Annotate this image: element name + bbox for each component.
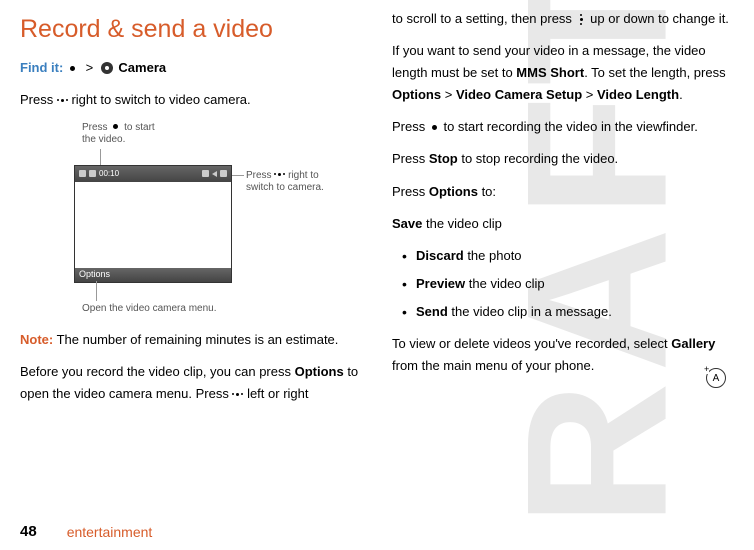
text-fragment: to start recording the video in the view… [440,119,698,134]
text-fragment: right to switch to video camera. [68,92,251,107]
viewfinder-bottombar: Options [75,268,231,282]
gallery-text: To view or delete videos you've recorded… [392,333,734,377]
start-recording-text: Press to start recording the video in th… [392,116,734,138]
section-name: entertainment [67,524,153,540]
stop-label: Stop [429,151,458,166]
list-item: Preview the video clip [416,273,734,295]
text-fragment: Press [246,170,274,181]
find-it-line: Find it: > Camera [20,57,362,79]
note-label: Note: [20,332,53,347]
text-fragment: the video clip [422,216,502,231]
text-fragment: Press [20,92,57,107]
camera-icon [101,62,113,74]
text-fragment: Press [82,122,110,133]
nav-lr-icon [232,389,243,400]
text-fragment: > [441,87,456,102]
nav-ud-icon [576,14,587,25]
page-footer: 48 entertainment [20,523,152,540]
video-camera-setup-label: Video Camera Setup [456,87,582,102]
left-column: Record & send a video Find it: > Camera … [20,8,362,512]
page-title: Record & send a video [20,8,362,51]
mms-short-label: MMS Short [516,65,584,80]
preview-label: Preview [416,276,465,291]
page-columns: Record & send a video Find it: > Camera … [0,0,754,512]
options-label: Options [429,184,478,199]
text-fragment: To view or delete videos you've recorded… [392,336,671,351]
scroll-setting-text: to scroll to a setting, then press up or… [392,8,734,30]
accessibility-icon: A [706,368,726,388]
text-fragment: Press [392,184,429,199]
gallery-label: Gallery [671,336,715,351]
text-fragment: up or down to change it. [587,11,729,26]
text-fragment: . [679,87,683,102]
text-fragment: > [582,87,597,102]
video-length-label: Video Length [597,87,679,102]
arrow-left-icon [212,171,217,177]
callout-line [96,281,97,301]
page-number: 48 [20,523,37,540]
callout-open-menu: Open the video camera menu. [82,303,242,316]
text-fragment: from the main menu of your phone. [392,358,594,373]
discard-label: Discard [416,248,464,263]
text-fragment: to: [478,184,496,199]
options-bullet-list: Discard the photo Preview the video clip… [416,245,734,323]
send-label: Send [416,304,448,319]
text-fragment: to scroll to a setting, then press [392,11,576,26]
list-item: Send the video clip in a message. [416,301,734,323]
text-fragment: the video clip [465,276,545,291]
text-fragment: to stop recording the video. [458,151,618,166]
text-fragment: Before you record the video clip, you ca… [20,364,295,379]
nav-lr-icon [274,169,285,180]
viewfinder-diagram: Press to start the video. Press right to… [60,121,362,321]
before-record-text: Before you record the video clip, you ca… [20,361,362,405]
options-label: Options [295,364,344,379]
text-fragment: . To set the length, press [584,65,725,80]
camera-label: Camera [118,60,166,75]
text-fragment: left or right [243,386,308,401]
right-column: to scroll to a setting, then press up or… [392,8,734,512]
save-clip-text: Save the video clip [392,213,734,235]
press-options-text: Press Options to: [392,181,734,203]
note-text: The number of remaining minutes is an es… [53,332,338,347]
list-item: Discard the photo [416,245,734,267]
status-icon [89,170,96,177]
center-key-icon [67,63,78,74]
text-fragment: Press [392,151,429,166]
text-fragment: the video clip in a message. [448,304,612,319]
find-it-label: Find it: [20,60,63,75]
options-label: Options [392,87,441,102]
nav-lr-icon [57,95,68,106]
press-right-text: Press right to switch to video camera. [20,89,362,111]
center-key-icon [429,122,440,133]
save-label: Save [392,216,422,231]
record-timer: 00:10 [99,169,119,179]
center-key-icon [110,121,121,132]
text-fragment: Press [392,119,429,134]
viewfinder-topbar: 00:10 [75,166,231,182]
mms-short-text: If you want to send your video in a mess… [392,40,734,106]
callout-start-video: Press to start the video. [82,121,162,147]
camera-mode-icon [220,170,227,177]
viewfinder-mock: 00:10 Options [74,165,232,283]
callout-switch-camera: Press right to switch to camera. [246,169,336,195]
mode-icon [202,170,209,177]
text-fragment: the photo [464,248,522,263]
breadcrumb-sep: > [86,60,94,75]
status-icon [79,170,86,177]
note-line: Note: The number of remaining minutes is… [20,329,362,351]
stop-recording-text: Press Stop to stop recording the video. [392,148,734,170]
